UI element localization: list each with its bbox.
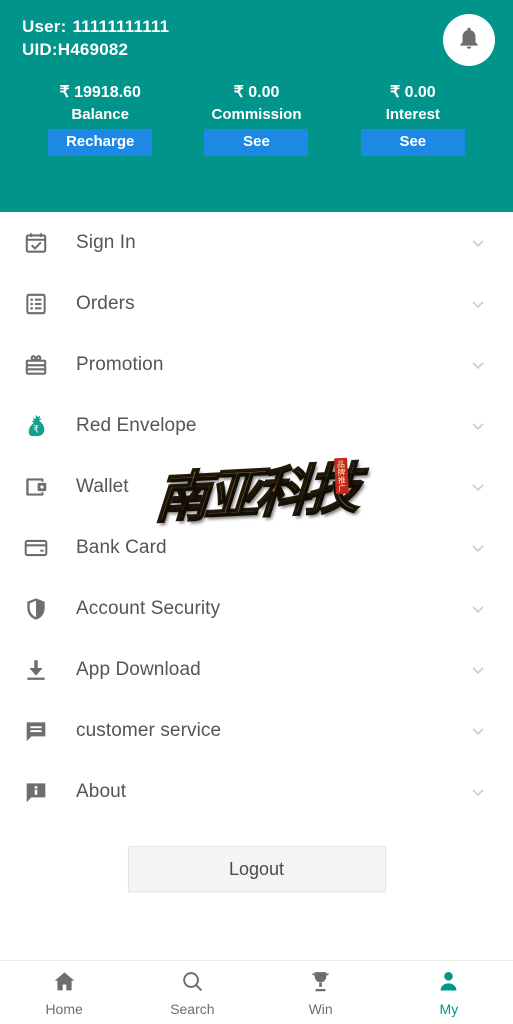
- stat-label: Interest: [385, 105, 440, 123]
- list-icon: [18, 291, 54, 317]
- menu-item-sign-in[interactable]: Sign In: [0, 212, 513, 273]
- stat-label: Balance: [71, 105, 129, 123]
- uid-label: UID:: [22, 40, 58, 59]
- tab-win[interactable]: Win: [257, 961, 385, 1024]
- chevron-down-icon[interactable]: [467, 355, 489, 375]
- logout-container: Logout: [0, 822, 513, 892]
- bottom-navigation: Home Search Win My: [0, 960, 513, 1024]
- footer-area: Logout: [0, 822, 513, 960]
- svg-text:₹: ₹: [33, 424, 39, 435]
- download-icon: [18, 657, 54, 683]
- menu-item-wallet[interactable]: Wallet: [0, 456, 513, 517]
- menu-item-label: Orders: [76, 292, 135, 314]
- menu-item-label: Account Security: [76, 597, 221, 619]
- chevron-down-icon[interactable]: [467, 233, 489, 253]
- stat-interest: ₹ 0.00 Interest See: [335, 84, 491, 156]
- menu-item-label: customer service: [76, 719, 222, 741]
- menu-item-customer-service[interactable]: customer service: [0, 700, 513, 761]
- user-value: 11111111111: [72, 17, 170, 36]
- menu-item-label: Wallet: [76, 475, 129, 497]
- stat-balance: ₹ 19918.60 Balance Recharge: [22, 84, 178, 156]
- user-line: User: 11111111111: [22, 18, 491, 35]
- chat-info-icon: [18, 779, 54, 805]
- menu-item-label: Red Envelope: [76, 414, 197, 436]
- bell-icon: [456, 25, 482, 56]
- stat-amount: ₹ 19918.60: [59, 84, 141, 101]
- chevron-down-icon[interactable]: [467, 294, 489, 314]
- balance-stats: ₹ 19918.60 Balance Recharge ₹ 0.00 Commi…: [22, 84, 491, 156]
- tab-my[interactable]: My: [385, 961, 513, 1024]
- tab-home[interactable]: Home: [0, 961, 128, 1024]
- menu-item-label: App Download: [76, 658, 201, 680]
- see-interest-button[interactable]: See: [360, 129, 465, 156]
- recharge-button[interactable]: Recharge: [48, 129, 153, 156]
- home-icon: [52, 969, 77, 999]
- notification-button[interactable]: [443, 14, 495, 66]
- menu-item-label: Promotion: [76, 353, 164, 375]
- menu-item-about[interactable]: About: [0, 761, 513, 822]
- tab-label: Search: [170, 1001, 215, 1017]
- gift-icon: [18, 352, 54, 378]
- credit-card-icon: [18, 535, 54, 561]
- menu-item-app-download[interactable]: App Download: [0, 639, 513, 700]
- uid-line: UID:H469082: [22, 41, 491, 58]
- menu-item-label: About: [76, 780, 127, 802]
- menu-item-bank-card[interactable]: Bank Card: [0, 517, 513, 578]
- stat-commission: ₹ 0.00 Commission See: [178, 84, 334, 156]
- chevron-down-icon[interactable]: [467, 538, 489, 558]
- account-menu: Sign In Orders Promotion ₹ Red Envelope: [0, 212, 513, 822]
- uid-value: H469082: [57, 40, 129, 59]
- chevron-down-icon[interactable]: [467, 782, 489, 802]
- menu-item-label: Sign In: [76, 231, 136, 253]
- chevron-down-icon[interactable]: [467, 477, 489, 497]
- account-header: User: 11111111111 UID:H469082 ₹ 19918.60 …: [0, 0, 513, 212]
- trophy-icon: [308, 969, 333, 999]
- stat-amount: ₹ 0.00: [389, 84, 436, 101]
- stat-amount: ₹ 0.00: [233, 84, 280, 101]
- tab-label: Win: [308, 1001, 333, 1017]
- menu-item-red-envelope[interactable]: ₹ Red Envelope: [0, 395, 513, 456]
- user-label: User:: [22, 17, 67, 36]
- menu-item-promotion[interactable]: Promotion: [0, 334, 513, 395]
- menu-item-label: Bank Card: [76, 536, 167, 558]
- chat-lines-icon: [18, 718, 54, 744]
- chevron-down-icon[interactable]: [467, 416, 489, 436]
- menu-item-account-security[interactable]: Account Security: [0, 578, 513, 639]
- see-commission-button[interactable]: See: [204, 129, 309, 156]
- person-icon: [436, 969, 461, 999]
- stat-label: Commission: [211, 105, 302, 123]
- tab-search[interactable]: Search: [128, 961, 256, 1024]
- money-bag-icon: ₹: [18, 413, 54, 439]
- chevron-down-icon[interactable]: [467, 660, 489, 680]
- search-icon: [180, 969, 205, 999]
- calendar-check-icon: [18, 230, 54, 256]
- wallet-icon: [18, 474, 54, 500]
- menu-item-orders[interactable]: Orders: [0, 273, 513, 334]
- app-screen: User: 11111111111 UID:H469082 ₹ 19918.60 …: [0, 0, 513, 1024]
- tab-label: Home: [45, 1001, 83, 1017]
- chevron-down-icon[interactable]: [467, 599, 489, 619]
- logout-button[interactable]: Logout: [127, 846, 386, 892]
- chevron-down-icon[interactable]: [467, 721, 489, 741]
- tab-label: My: [439, 1001, 459, 1017]
- shield-icon: [18, 596, 54, 622]
